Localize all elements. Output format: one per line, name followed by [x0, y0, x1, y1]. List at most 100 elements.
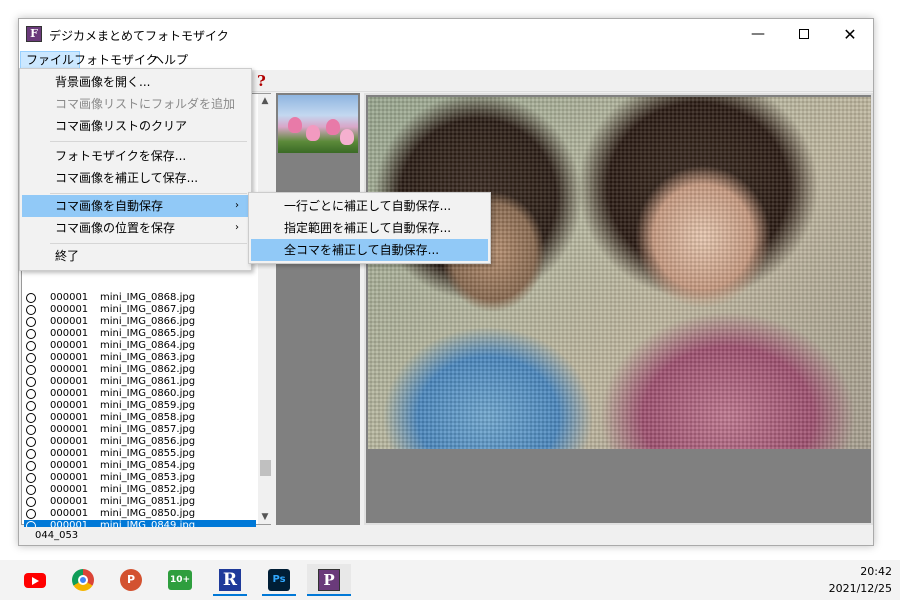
- maximize-button[interactable]: [781, 19, 827, 50]
- list-item[interactable]: 000001 mini_IMG_0850.jpg: [24, 508, 256, 520]
- chevron-right-icon: ›: [235, 200, 239, 211]
- list-item[interactable]: 000001 mini_IMG_0862.jpg: [24, 364, 256, 376]
- menu-item-clear-list[interactable]: コマ画像リストのクリア: [22, 115, 249, 137]
- list-item-count: 000001: [50, 400, 89, 411]
- list-item-count: 000001: [50, 424, 89, 435]
- list-item[interactable]: 000001 mini_IMG_0865.jpg: [24, 328, 256, 340]
- chrome-taskbar-button[interactable]: [66, 564, 100, 596]
- minimize-button[interactable]: —: [735, 19, 781, 50]
- menu-help[interactable]: ヘルプ: [147, 51, 193, 69]
- menu-separator: [50, 141, 247, 142]
- status-circle-icon: [26, 437, 36, 447]
- app-icon[interactable]: F: [26, 26, 42, 42]
- close-button[interactable]: ✕: [827, 19, 873, 50]
- list-item-count: 000001: [50, 388, 89, 399]
- r-app-taskbar-button[interactable]: R: [213, 564, 247, 596]
- youtube-icon: [24, 573, 46, 588]
- list-item-filename: mini_IMG_0855.jpg: [100, 448, 196, 459]
- status-circle-icon: [26, 317, 36, 327]
- powerpoint-taskbar-button[interactable]: P: [114, 564, 148, 596]
- menu-item-exit[interactable]: 終了: [22, 245, 249, 267]
- list-item[interactable]: 000001 mini_IMG_0860.jpg: [24, 388, 256, 400]
- menu-item-auto-save[interactable]: コマ画像を自動保存 ›: [22, 195, 249, 217]
- list-item-filename: mini_IMG_0866.jpg: [100, 316, 196, 327]
- submenu-item-all[interactable]: 全コマを補正して自動保存...: [251, 239, 488, 261]
- help-icon[interactable]: ?: [257, 72, 266, 90]
- list-item-count: 000001: [50, 340, 89, 351]
- list-item-count: 000001: [50, 376, 89, 387]
- list-item-count: 000001: [50, 460, 89, 471]
- menu-item-add-folder: コマ画像リストにフォルダを追加: [55, 97, 236, 111]
- photomosaic-taskbar-button[interactable]: P: [307, 564, 351, 596]
- list-item[interactable]: 000001 mini_IMG_0853.jpg: [24, 472, 256, 484]
- photo-mosaic-image[interactable]: [368, 97, 871, 449]
- menu-item-save-positions[interactable]: コマ画像の位置を保存 ›: [22, 217, 249, 239]
- list-item[interactable]: 000001 mini_IMG_0852.jpg: [24, 484, 256, 496]
- menu-item-save-mosaic[interactable]: フォトモザイクを保存...: [22, 145, 249, 167]
- list-item[interactable]: 000001 mini_IMG_0859.jpg: [24, 400, 256, 412]
- mosaic-view: [364, 93, 873, 525]
- list-item-count: 000001: [50, 412, 89, 423]
- submenu-item-per-row[interactable]: 一行ごとに補正して自動保存...: [251, 195, 488, 217]
- list-item[interactable]: 000001 mini_IMG_0866.jpg: [24, 316, 256, 328]
- list-item[interactable]: 000001 mini_IMG_0854.jpg: [24, 460, 256, 472]
- list-item-count: 000001: [50, 436, 89, 447]
- status-circle-icon: [26, 293, 36, 303]
- list-item-filename: mini_IMG_0854.jpg: [100, 460, 196, 471]
- list-item-filename: mini_IMG_0857.jpg: [100, 424, 196, 435]
- status-circle-icon: [26, 341, 36, 351]
- youtube-taskbar-button[interactable]: [18, 564, 52, 596]
- taskbar: P 10+ R Ps P: [0, 560, 900, 600]
- list-item-count: 000001: [50, 352, 89, 363]
- list-item-count: 000001: [50, 448, 89, 459]
- list-item-filename: mini_IMG_0867.jpg: [100, 304, 196, 315]
- list-item[interactable]: 000001 mini_IMG_0868.jpg: [24, 292, 256, 304]
- list-item[interactable]: 000001 mini_IMG_0864.jpg: [24, 340, 256, 352]
- list-item[interactable]: 000001 mini_IMG_0851.jpg: [24, 496, 256, 508]
- status-circle-icon: [26, 461, 36, 471]
- scroll-up-button[interactable]: ▲: [258, 94, 272, 108]
- list-item-filename: mini_IMG_0853.jpg: [100, 472, 196, 483]
- list-item-filename: mini_IMG_0858.jpg: [100, 412, 196, 423]
- list-item[interactable]: 000001 mini_IMG_0856.jpg: [24, 436, 256, 448]
- list-item-filename: mini_IMG_0851.jpg: [100, 496, 196, 507]
- list-item[interactable]: 000001 mini_IMG_0857.jpg: [24, 424, 256, 436]
- title-bar[interactable]: F デジカメまとめてフォトモザイク — ✕: [19, 19, 873, 50]
- submenu-item-range[interactable]: 指定範囲を補正して自動保存...: [251, 217, 488, 239]
- photoshop-taskbar-button[interactable]: Ps: [262, 564, 296, 596]
- status-circle-icon: [26, 449, 36, 459]
- status-circle-icon: [26, 377, 36, 387]
- list-item-count: 000001: [50, 292, 89, 303]
- photomosaic-icon: P: [318, 569, 340, 591]
- g10-taskbar-button[interactable]: 10+: [163, 564, 197, 596]
- list-item[interactable]: 000001 mini_IMG_0861.jpg: [24, 376, 256, 388]
- list-item-filename: mini_IMG_0856.jpg: [100, 436, 196, 447]
- powerpoint-icon: P: [120, 569, 142, 591]
- list-item-count: 000001: [50, 364, 89, 375]
- list-item[interactable]: 000001 mini_IMG_0863.jpg: [24, 352, 256, 364]
- list-item-filename: mini_IMG_0861.jpg: [100, 376, 196, 387]
- list-item[interactable]: 000001 mini_IMG_0855.jpg: [24, 448, 256, 460]
- menu-item-open-background[interactable]: 背景画像を開く...: [22, 71, 249, 93]
- status-circle-icon: [26, 329, 36, 339]
- list-item[interactable]: 000001 mini_IMG_0858.jpg: [24, 412, 256, 424]
- menu-item-save-corrected[interactable]: コマ画像を補正して保存...: [22, 167, 249, 189]
- clock-date: 2021/12/25: [828, 582, 892, 595]
- list-scrollbar[interactable]: ▲ ▼: [258, 94, 272, 524]
- scroll-down-button[interactable]: ▼: [258, 510, 272, 524]
- status-circle-icon: [26, 353, 36, 363]
- chrome-icon: [72, 569, 94, 591]
- scroll-thumb[interactable]: [260, 460, 271, 476]
- list-item-filename: mini_IMG_0860.jpg: [100, 388, 196, 399]
- tulip-thumbnail[interactable]: [278, 95, 358, 153]
- menu-bar: ファイル フォトモザイク ヘルプ: [19, 50, 873, 70]
- status-circle-icon: [26, 473, 36, 483]
- list-item-filename: mini_IMG_0868.jpg: [100, 292, 196, 303]
- taskbar-clock[interactable]: 20:42 2021/12/25: [829, 563, 892, 597]
- list-item[interactable]: 000001 mini_IMG_0867.jpg: [24, 304, 256, 316]
- g10-icon: 10+: [168, 570, 192, 590]
- list-item-filename: mini_IMG_0862.jpg: [100, 364, 196, 375]
- status-circle-icon: [26, 365, 36, 375]
- status-circle-icon: [26, 509, 36, 519]
- r-app-icon: R: [219, 569, 241, 591]
